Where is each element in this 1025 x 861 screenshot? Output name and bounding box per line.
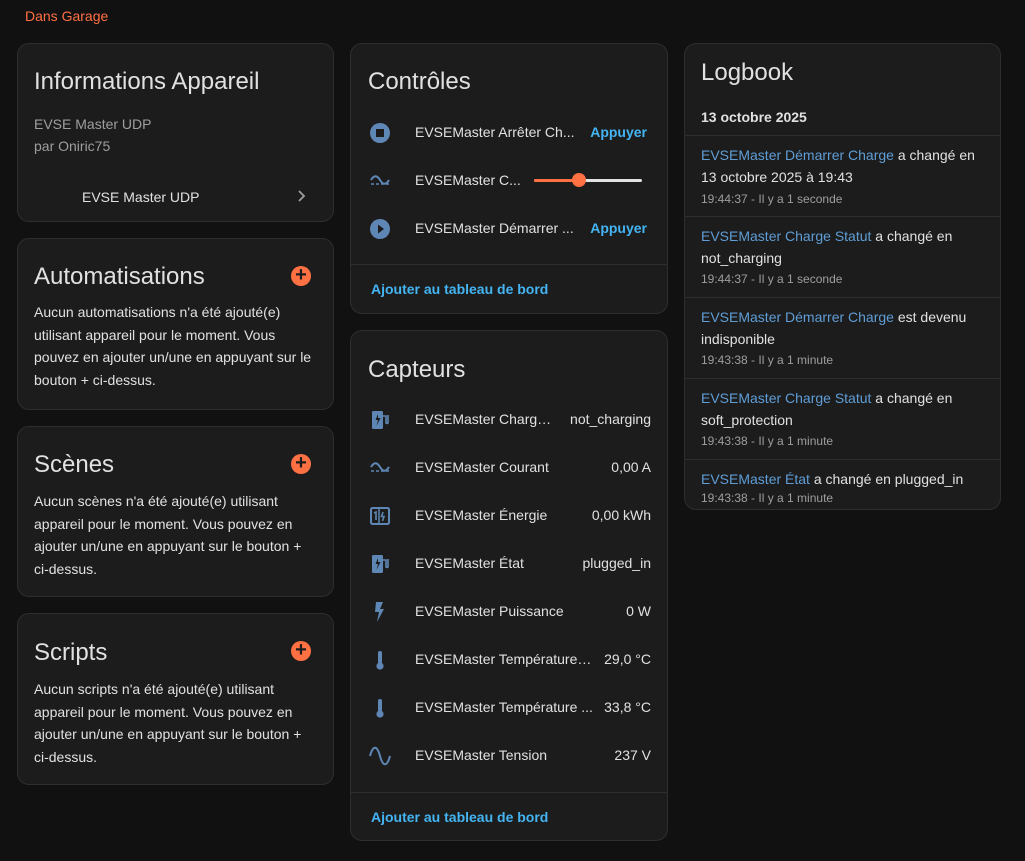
sensor-name: EVSEMaster Énergie	[415, 507, 548, 523]
current-ac-icon	[368, 169, 392, 193]
sensor-row[interactable]: EVSEMaster Température I... 29,0 °C	[351, 636, 667, 684]
flash-icon	[368, 600, 392, 624]
sensor-name: EVSEMaster Charge ...	[415, 411, 555, 427]
ev-station-icon	[368, 552, 392, 576]
sensor-value: not_charging	[570, 411, 651, 427]
device-link-label: EVSE Master UDP	[82, 189, 200, 205]
scripts-empty-text: Aucun scripts n'a été ajouté(e) utilisan…	[34, 681, 302, 765]
sensor-name: EVSEMaster Température I...	[415, 651, 595, 667]
sensor-row[interactable]: EVSEMaster Charge ... not_charging	[351, 396, 667, 444]
scripts-card: Scripts + Aucun scripts n'a été ajouté(e…	[17, 613, 334, 785]
logbook-entry-text: EVSEMaster Démarrer Charge a changé en 1…	[701, 144, 988, 188]
device-info-card: Informations Appareil EVSE Master UDP pa…	[17, 43, 334, 222]
logbook-entry: EVSEMaster Démarrer Charge est devenu in…	[685, 297, 1000, 379]
sensor-row[interactable]: EVSEMaster Température ... 33,8 °C	[351, 684, 667, 732]
controls-card: Contrôles EVSEMaster Arrêter Ch... Appuy…	[350, 43, 668, 314]
logbook-entity-link[interactable]: EVSEMaster État	[701, 471, 810, 487]
sine-wave-icon	[368, 744, 392, 768]
chevron-right-icon	[293, 188, 309, 204]
meter-icon	[368, 504, 392, 528]
current-ac-icon	[368, 456, 392, 480]
automations-empty-text: Aucun automatisations n'a été ajouté(e) …	[34, 304, 312, 388]
controls-title: Contrôles	[368, 68, 471, 95]
logbook-entity-link[interactable]: EVSEMaster Démarrer Charge	[701, 147, 894, 163]
sensor-name: EVSEMaster Puissance	[415, 603, 564, 619]
thermometer-icon	[368, 696, 392, 720]
sensor-value: plugged_in	[582, 555, 651, 571]
scenes-title: Scènes	[34, 451, 115, 478]
logbook-entity-link[interactable]: EVSEMaster Charge Statut	[701, 228, 871, 244]
device-manufacturer: par Oniric75	[34, 138, 111, 154]
area-link[interactable]: Dans Garage	[25, 8, 108, 24]
sensor-row[interactable]: EVSEMaster Puissance 0 W	[351, 588, 667, 636]
logbook-entity-link[interactable]: EVSEMaster Charge Statut	[701, 390, 871, 406]
stop-circle-icon	[368, 121, 392, 145]
sensor-row[interactable]: EVSEMaster État plugged_in	[351, 540, 667, 588]
device-model: EVSE Master UDP	[34, 116, 152, 132]
sensor-name: EVSEMaster Courant	[415, 459, 549, 475]
logbook-date: 13 octobre 2025	[701, 109, 807, 125]
logbook-entry: EVSEMaster Charge Statut a changé en not…	[685, 216, 1000, 298]
sensor-row[interactable]: EVSEMaster Tension 237 V	[351, 732, 667, 780]
sensor-name: EVSEMaster Température ...	[415, 699, 593, 715]
sensor-value: 0,00 A	[611, 459, 651, 475]
logbook-entity-link[interactable]: EVSEMaster Démarrer Charge	[701, 309, 894, 325]
start-charge-press-button[interactable]: Appuyer	[590, 220, 647, 236]
sensor-value: 237 V	[614, 747, 651, 763]
control-row-stop-charge: EVSEMaster Arrêter Ch... Appuyer	[351, 109, 667, 157]
sensor-row[interactable]: EVSEMaster Énergie 0,00 kWh	[351, 492, 667, 540]
logbook-entry: EVSEMaster Charge Statut a changé en sof…	[685, 378, 1000, 460]
logbook-entry-time: 19:43:38 - Il y a 1 minute	[701, 434, 834, 448]
logbook-title: Logbook	[701, 59, 794, 86]
sensor-name: EVSEMaster Tension	[415, 747, 548, 763]
scenes-card: Scènes + Aucun scènes n'a été ajouté(e) …	[17, 426, 334, 597]
ev-station-icon	[368, 408, 392, 432]
add-script-button[interactable]: +	[291, 640, 311, 661]
sensors-card: Capteurs EVSEMaster Charge ... not_charg…	[350, 330, 668, 841]
control-name: EVSEMaster Arrêter Ch...	[415, 124, 575, 140]
logbook-entry-time: 19:44:37 - Il y a 1 seconde	[701, 272, 843, 286]
sensor-value: 29,0 °C	[604, 651, 651, 667]
automations-title: Automatisations	[34, 263, 205, 290]
control-name: EVSEMaster C...	[415, 172, 521, 188]
logbook-entry-text: EVSEMaster Charge Statut a changé en sof…	[701, 387, 988, 431]
stop-charge-press-button[interactable]: Appuyer	[590, 124, 647, 140]
sensor-name: EVSEMaster État	[415, 555, 524, 571]
logbook-entry: EVSEMaster État a changé en plugged_in 1…	[685, 459, 1000, 509]
logbook-entry-time: 19:44:37 - Il y a 1 seconde	[701, 192, 843, 206]
divider	[351, 792, 667, 793]
thermometer-icon	[368, 648, 392, 672]
play-circle-icon	[368, 217, 392, 241]
logbook-entry-time: 19:43:38 - Il y a 1 minute	[701, 353, 834, 367]
slider-handle[interactable]	[572, 173, 587, 187]
control-row-start-charge: EVSEMaster Démarrer ... Appuyer	[351, 205, 667, 253]
automations-card: Automatisations + Aucun automatisations …	[17, 238, 334, 410]
device-info-title: Informations Appareil	[34, 68, 260, 95]
controls-add-to-dashboard-button[interactable]: Ajouter au tableau de bord	[371, 281, 548, 297]
sensors-title: Capteurs	[368, 356, 466, 383]
add-scene-button[interactable]: +	[291, 453, 311, 474]
sensor-value: 0 W	[626, 603, 651, 619]
device-link-row[interactable]: EVSE Master UDP	[18, 176, 333, 216]
logbook-entry: EVSEMaster Démarrer Charge a changé en 1…	[685, 135, 1000, 217]
logbook-entry-message: a changé en plugged_in	[809, 471, 964, 487]
control-name: EVSEMaster Démarrer ...	[415, 220, 574, 236]
control-row-current: EVSEMaster C...	[351, 157, 667, 205]
sensor-value: 0,00 kWh	[591, 507, 651, 523]
sensor-value: 33,8 °C	[604, 699, 651, 715]
logbook-card: Logbook 13 octobre 2025 EVSEMaster Démar…	[684, 43, 1001, 510]
scenes-empty-text: Aucun scènes n'a été ajouté(e) utilisant…	[34, 493, 302, 577]
logbook-entry-text: EVSEMaster Charge Statut a changé en not…	[701, 225, 988, 269]
logbook-entry-text: EVSEMaster État a changé en plugged_in	[701, 468, 988, 490]
divider	[351, 264, 667, 265]
current-slider[interactable]	[534, 173, 642, 187]
logbook-entry-time: 19:43:38 - Il y a 1 minute	[701, 491, 834, 505]
sensors-add-to-dashboard-button[interactable]: Ajouter au tableau de bord	[371, 809, 548, 825]
sensor-row[interactable]: EVSEMaster Courant 0,00 A	[351, 444, 667, 492]
add-automation-button[interactable]: +	[291, 265, 311, 286]
logbook-entry-text: EVSEMaster Démarrer Charge est devenu in…	[701, 306, 988, 350]
scripts-title: Scripts	[34, 639, 108, 666]
